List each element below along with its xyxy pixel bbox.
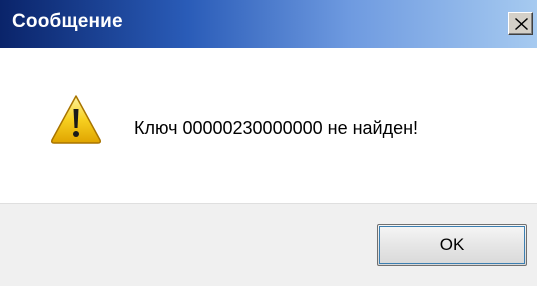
button-bar: OK: [0, 203, 537, 286]
dialog-content: Ключ 00000230000000 не найден!: [0, 48, 537, 203]
title-bar[interactable]: Сообщение: [0, 0, 537, 48]
ok-button[interactable]: OK: [377, 224, 527, 266]
close-icon: [515, 18, 528, 30]
close-button[interactable]: [508, 12, 533, 35]
warning-icon: [50, 93, 102, 145]
message-text: Ключ 00000230000000 не найден!: [134, 118, 419, 138]
window-title: Сообщение: [12, 11, 123, 32]
message-dialog: Сообщение Ключ 00000230000000 не найден!…: [0, 0, 537, 286]
